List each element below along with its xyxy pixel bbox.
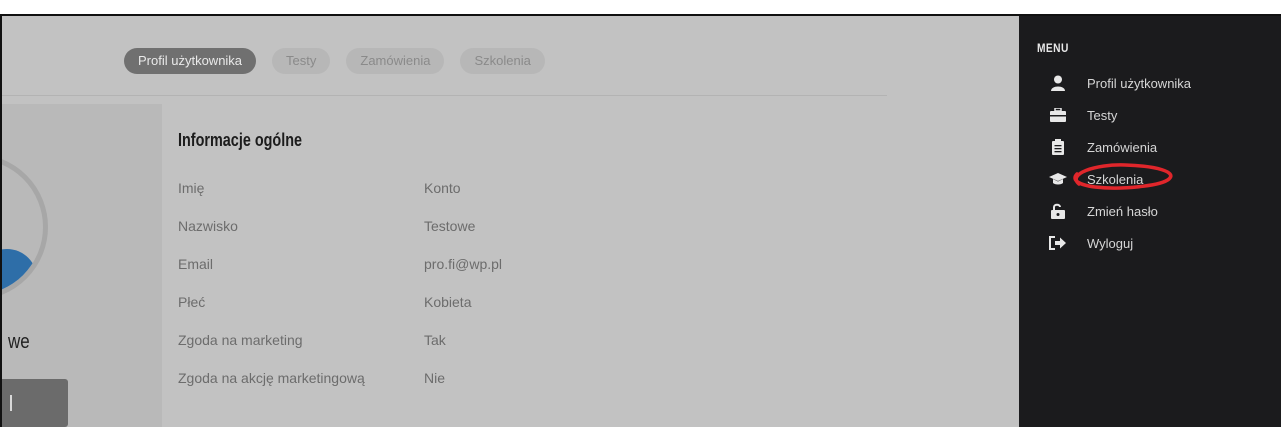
- info-value: Kobieta: [424, 294, 472, 310]
- sidebar-item-logout[interactable]: Wyloguj: [1049, 233, 1269, 253]
- main-content: Profil użytkownika Testy Zamówienia Szko…: [2, 16, 1019, 427]
- profile-card: we: [2, 104, 162, 427]
- info-row-first-name: Imię Konto: [178, 180, 678, 200]
- info-row-campaign-consent: Zgoda na akcję marketingową Nie: [178, 370, 678, 390]
- user-icon: [1049, 74, 1067, 92]
- avatar-shirt: [2, 249, 37, 295]
- info-row-email: Email pro.fi@wp.pl: [178, 256, 678, 276]
- tab-profile[interactable]: Profil użytkownika: [124, 48, 257, 74]
- info-row-gender: Płeć Kobieta: [178, 294, 678, 314]
- sidebar-item-label: Wyloguj: [1087, 235, 1134, 251]
- graduation-cap-icon: [1049, 170, 1067, 188]
- info-value: Nie: [424, 370, 446, 386]
- sidebar-menu: MENU Profil użytkownika Testy Zamówienia…: [1019, 16, 1281, 427]
- info-title: Informacje ogólne: [178, 130, 303, 150]
- info-label: Zgoda na akcję marketingową: [178, 370, 365, 386]
- profile-action-button[interactable]: [2, 379, 68, 427]
- app-frame: Profil użytkownika Testy Zamówienia Szko…: [0, 14, 1281, 427]
- menu-heading: MENU: [1037, 41, 1069, 55]
- sidebar-item-label: Szkolenia: [1087, 171, 1144, 187]
- info-label: Imię: [178, 180, 205, 196]
- sidebar-item-label: Zamówienia: [1087, 139, 1158, 155]
- tab-orders[interactable]: Zamówienia: [346, 48, 445, 74]
- sidebar-item-label: Zmień hasło: [1087, 203, 1158, 219]
- sidebar-item-trainings[interactable]: Szkolenia: [1049, 169, 1269, 189]
- info-value: Testowe: [424, 218, 476, 234]
- sidebar-item-tests[interactable]: Testy: [1049, 105, 1269, 125]
- unlock-icon: [1049, 202, 1067, 220]
- info-label: Nazwisko: [178, 218, 238, 234]
- info-row-last-name: Nazwisko Testowe: [178, 218, 678, 238]
- info-value: pro.fi@wp.pl: [424, 256, 503, 272]
- button-label-fragment: [10, 395, 12, 411]
- sidebar-item-profile[interactable]: Profil użytkownika: [1049, 73, 1269, 93]
- info-value: Tak: [424, 332, 446, 348]
- tabs-divider: [2, 95, 887, 96]
- sidebar-item-orders[interactable]: Zamówienia: [1049, 137, 1269, 157]
- avatar: [2, 154, 48, 300]
- sign-out-icon: [1049, 234, 1067, 252]
- info-value: Konto: [424, 180, 461, 196]
- info-row-marketing-consent: Zgoda na marketing Tak: [178, 332, 678, 352]
- sidebar-item-label: Testy: [1087, 107, 1118, 123]
- sidebar-item-label: Profil użytkownika: [1087, 75, 1192, 91]
- info-label: Zgoda na marketing: [178, 332, 303, 348]
- sidebar-item-change-password[interactable]: Zmień hasło: [1049, 201, 1269, 221]
- info-label: Email: [178, 256, 214, 272]
- info-label: Płeć: [178, 294, 206, 310]
- profile-name: we: [8, 331, 30, 353]
- briefcase-icon: [1049, 106, 1067, 124]
- tab-tests[interactable]: Testy: [272, 48, 331, 74]
- tab-trainings[interactable]: Szkolenia: [460, 48, 545, 74]
- clipboard-icon: [1049, 138, 1067, 156]
- profile-tabs: Profil użytkownika Testy Zamówienia Szko…: [124, 48, 545, 74]
